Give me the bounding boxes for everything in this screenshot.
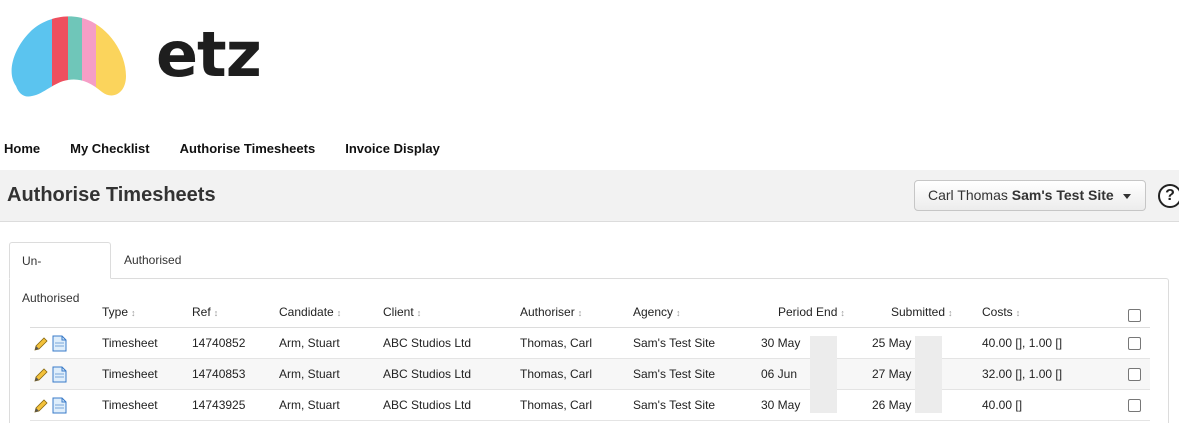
pencil-icon[interactable] — [33, 367, 49, 383]
column-header-period-end[interactable]: Period End ↕ — [778, 297, 845, 329]
cell-period-end: 30 May — [761, 336, 801, 350]
sort-icon: ↕ — [840, 308, 845, 318]
cell-submitted: 27 May — [872, 367, 912, 381]
cell-authoriser: Thomas, Carl — [520, 398, 593, 412]
selector-site: Sam's Test Site — [1011, 187, 1114, 203]
sort-icon: ↕ — [213, 308, 219, 318]
sort-icon: ↕ — [948, 308, 953, 318]
nav-item-invoice-display[interactable]: Invoice Display — [345, 141, 440, 156]
column-header-type[interactable]: Type ↕ — [102, 297, 136, 329]
table-row: Timesheet 14740853 Arm, Stuart ABC Studi… — [30, 359, 1150, 390]
document-icon[interactable] — [52, 335, 67, 352]
column-header-agency[interactable]: Agency ↕ — [633, 297, 681, 329]
cell-candidate: Arm, Stuart — [279, 367, 340, 381]
nav-item-home[interactable]: Home — [4, 141, 40, 156]
row-checkbox[interactable] — [1128, 399, 1141, 412]
etz-logo[interactable]: etz — [10, 14, 280, 100]
cell-costs: 40.00 [] — [982, 398, 1023, 412]
etz-logo-icon — [11, 16, 126, 97]
cell-period-end: 06 Jun — [761, 367, 798, 381]
cell-client: ABC Studios Ltd — [383, 398, 472, 412]
table-header-row: Type ↕ Ref ↕ Candidate ↕ Client ↕ Authoriser… — [30, 297, 1150, 328]
selector-user: Carl Thomas — [928, 187, 1008, 203]
pencil-icon[interactable] — [33, 336, 49, 352]
cell-period-end: 30 May — [761, 398, 801, 412]
cell-costs: 40.00 [], 1.00 [] — [982, 336, 1063, 350]
cell-ref: 14743925 — [192, 398, 246, 412]
cell-type: Timesheet — [102, 367, 158, 381]
select-all-checkbox[interactable] — [1128, 309, 1141, 322]
cell-candidate: Arm, Stuart — [279, 398, 340, 412]
caret-down-icon — [1123, 194, 1131, 199]
page-title: Authorise Timesheets — [7, 184, 216, 206]
site-selector-dropdown[interactable]: Carl Thomas Sam's Test Site — [914, 180, 1146, 211]
sort-icon: ↕ — [336, 308, 342, 318]
main-nav: Home My Checklist Authorise Timesheets I… — [4, 141, 470, 156]
column-header-costs[interactable]: Costs ↕ — [982, 297, 1020, 329]
document-icon[interactable] — [52, 366, 67, 383]
sort-icon: ↕ — [676, 308, 681, 318]
help-icon[interactable]: ? — [1158, 184, 1179, 208]
cell-agency: Sam's Test Site — [633, 398, 716, 412]
cell-costs: 32.00 [], 1.00 [] — [982, 367, 1063, 381]
tab-authorised[interactable]: Authorised — [112, 242, 193, 279]
cell-client: ABC Studios Ltd — [383, 367, 472, 381]
redacted-block — [915, 336, 942, 413]
page-header: Authorise Timesheets Carl Thomas Sam's T… — [0, 170, 1179, 222]
document-icon[interactable] — [52, 397, 67, 414]
tab-un-authorised[interactable]: Un-Authorised — [9, 242, 111, 305]
sort-icon: ↕ — [416, 308, 422, 318]
cell-ref: 14740853 — [192, 367, 246, 381]
row-checkbox[interactable] — [1128, 337, 1141, 350]
column-header-authoriser[interactable]: Authoriser ↕ — [520, 297, 582, 329]
sort-icon: ↕ — [1015, 308, 1021, 318]
brand-name: etz — [156, 18, 262, 91]
column-header-ref[interactable]: Ref ↕ — [192, 297, 218, 329]
column-header-client[interactable]: Client ↕ — [383, 297, 421, 329]
cell-type: Timesheet — [102, 336, 158, 350]
cell-agency: Sam's Test Site — [633, 336, 716, 350]
cell-client: ABC Studios Ltd — [383, 336, 472, 350]
cell-submitted: 26 May — [872, 398, 912, 412]
sort-icon: ↕ — [131, 308, 136, 318]
redacted-block — [810, 336, 837, 413]
table-row: Timesheet 14740852 Arm, Stuart ABC Studi… — [30, 328, 1150, 359]
nav-item-authorise-timesheets[interactable]: Authorise Timesheets — [180, 141, 316, 156]
sort-icon: ↕ — [577, 308, 583, 318]
column-header-submitted[interactable]: Submitted ↕ — [891, 297, 953, 329]
cell-authoriser: Thomas, Carl — [520, 336, 593, 350]
column-header-candidate[interactable]: Candidate ↕ — [279, 297, 341, 329]
pencil-icon[interactable] — [33, 398, 49, 414]
row-checkbox[interactable] — [1128, 368, 1141, 381]
cell-agency: Sam's Test Site — [633, 367, 716, 381]
cell-type: Timesheet — [102, 398, 158, 412]
cell-authoriser: Thomas, Carl — [520, 367, 593, 381]
cell-candidate: Arm, Stuart — [279, 336, 340, 350]
nav-item-my-checklist[interactable]: My Checklist — [70, 141, 149, 156]
cell-submitted: 25 May — [872, 336, 912, 350]
table-row: Timesheet 14743925 Arm, Stuart ABC Studi… — [30, 390, 1150, 421]
cell-ref: 14740852 — [192, 336, 246, 350]
